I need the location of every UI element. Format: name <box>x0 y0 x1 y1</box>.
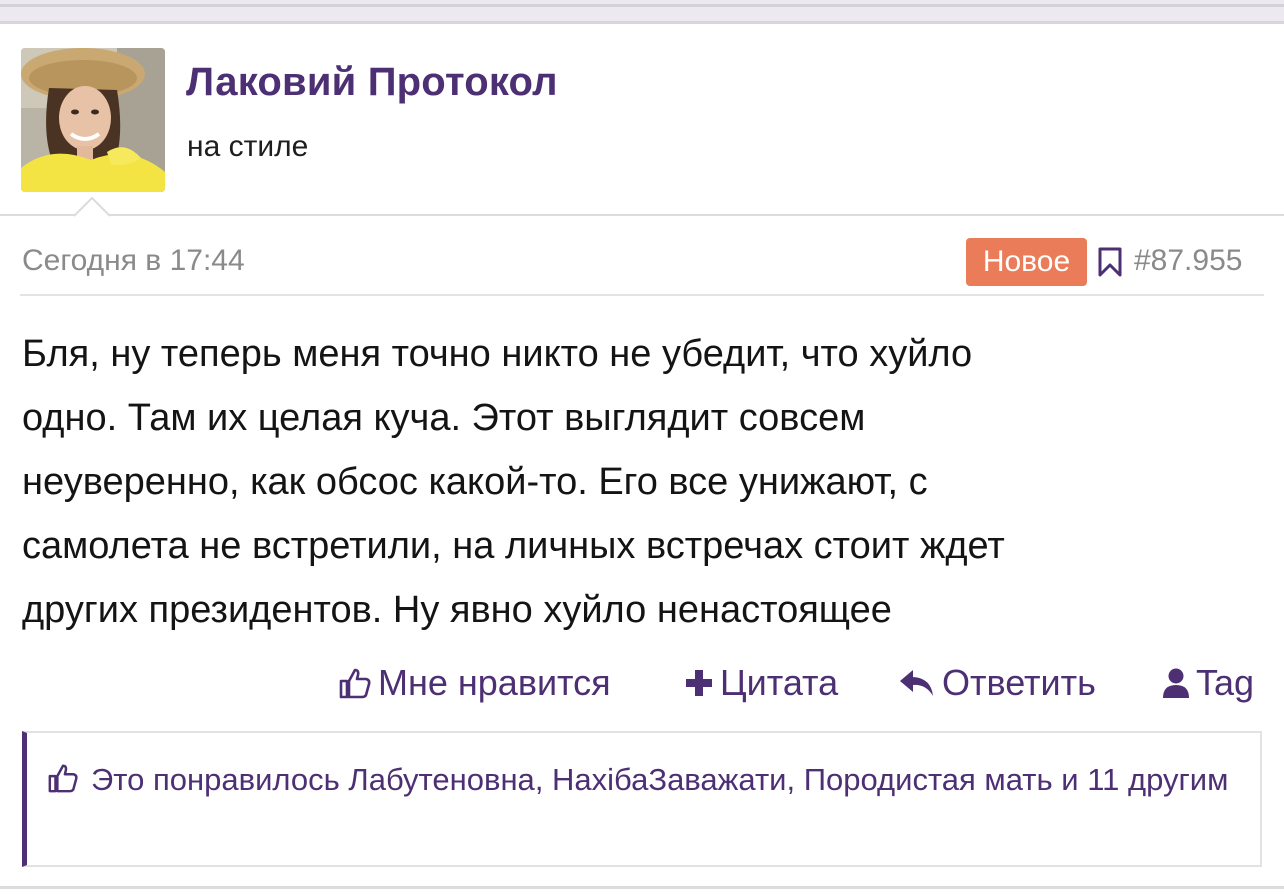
author-name[interactable]: Лаковий Протокол <box>186 60 558 105</box>
quote-label: Цитата <box>720 662 839 703</box>
reply-button[interactable]: Ответить <box>898 662 1096 704</box>
quote-button[interactable]: Цитата <box>684 662 838 704</box>
like-icon <box>48 764 78 793</box>
reply-icon <box>900 670 933 696</box>
post-line: других президентов. Ну явно хуйло ненаст… <box>22 589 892 631</box>
like-label: Мне нравится <box>378 662 611 703</box>
top-divider <box>0 0 1284 24</box>
tag-button[interactable]: Tag <box>1162 662 1254 704</box>
bookmark-icon[interactable] <box>1097 247 1123 277</box>
post-page: Лаковий Протокол на стиле Сегодня в 17:4… <box>0 0 1284 895</box>
post-number[interactable]: #87.955 <box>1134 244 1242 278</box>
meta-divider <box>20 294 1264 296</box>
like-button[interactable]: Мне нравится <box>338 662 611 704</box>
liker-link[interactable]: Породистая мать <box>804 762 1053 797</box>
plus-icon <box>686 670 712 696</box>
header-divider <box>0 214 1284 216</box>
avatar[interactable] <box>21 48 165 192</box>
liker-link[interactable]: НахібаЗаважати <box>552 762 786 797</box>
likes-others-link[interactable]: и 11 другим <box>1061 762 1228 797</box>
post-line: неуверенно, как обсос какой-то. Его все … <box>22 461 928 503</box>
likes-summary: Это понравилось Лабутеновна, НахібаЗаваж… <box>22 731 1262 867</box>
user-icon <box>1163 668 1189 698</box>
pointer-arrow <box>74 197 110 217</box>
post-line: одно. Там их целая куча. Этот выглядит с… <box>22 397 866 439</box>
post-date[interactable]: Сегодня в 17:44 <box>22 244 245 278</box>
tag-label: Tag <box>1196 662 1255 703</box>
post-line: Бля, ну теперь меня точно никто не убеди… <box>22 333 973 375</box>
like-icon <box>339 668 371 699</box>
reply-label: Ответить <box>942 662 1096 703</box>
author-title: на стиле <box>187 130 309 163</box>
liker-link[interactable]: Лабутеновна <box>348 762 534 797</box>
likes-text: Это понравилось Лабутеновна, НахібаЗаваж… <box>47 755 1247 805</box>
likes-prefix: Это понравилось <box>91 762 340 797</box>
post-body: Бля, ну теперь меня точно никто не убеди… <box>22 322 1262 642</box>
post-line: самолета не встретили, на личных встреча… <box>22 525 1005 567</box>
bottom-divider <box>0 886 1284 895</box>
new-badge: Новое <box>966 238 1087 286</box>
